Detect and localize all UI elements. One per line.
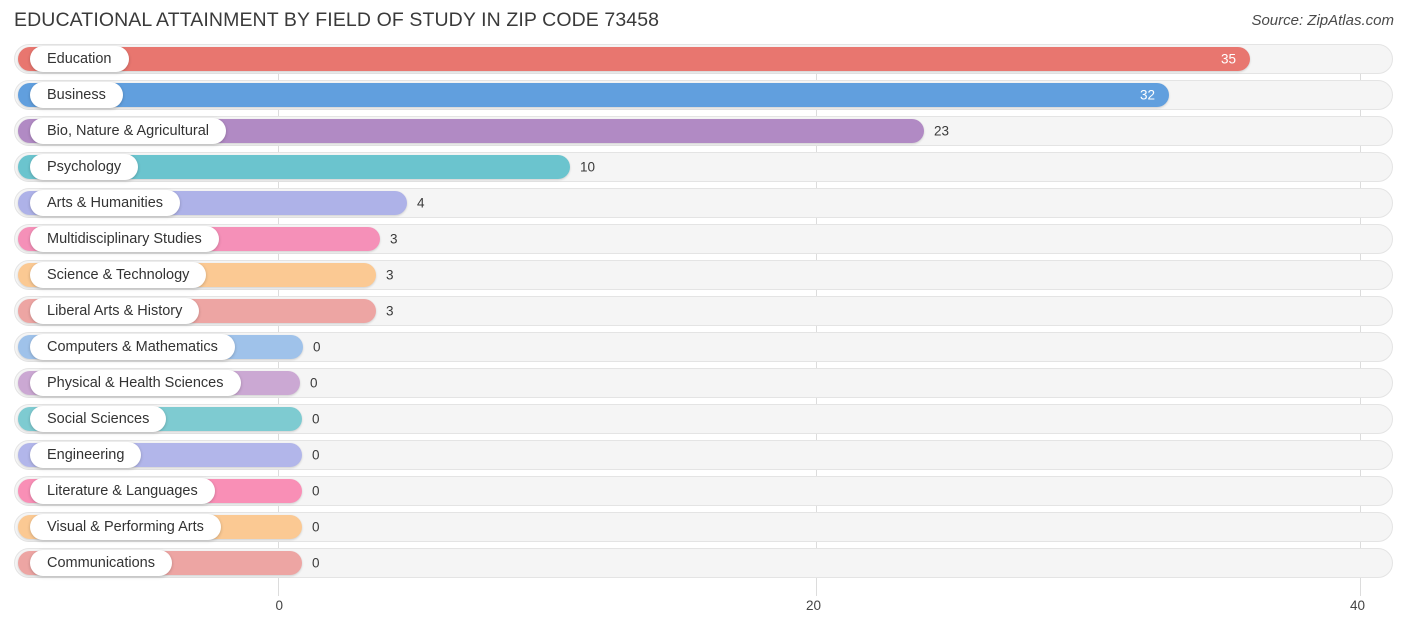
bar-row[interactable]: 4 Arts & Humanities [0,188,1406,218]
x-axis-tick: 0 [275,598,283,613]
category-label[interactable]: Multidisciplinary Studies [30,226,219,252]
category-label[interactable]: Bio, Nature & Agricultural [30,118,226,144]
bar-value-label: 32 [1139,87,1155,103]
bar-value-label: 35 [1220,51,1236,67]
chart-plot-area: 35 Education 32 Business 23 Bio, Nature & Agr… [0,44,1406,631]
category-label[interactable]: Communications [30,550,172,576]
category-label[interactable]: Business [30,82,123,108]
bar-value-label: 10 [580,159,596,175]
bar-row[interactable]: 0 Literature & Languages [0,476,1406,506]
category-label[interactable]: Liberal Arts & History [30,298,200,324]
category-label[interactable]: Psychology [30,154,139,180]
page-title: EDUCATIONAL ATTAINMENT BY FIELD OF STUDY… [14,9,660,31]
bar-row[interactable]: 23 Bio, Nature & Agricultural [0,116,1406,146]
bar[interactable]: 32 [18,83,1169,107]
x-axis: 0 20 40 [0,596,1406,626]
bar-row[interactable]: 3 Multidisciplinary Studies [0,224,1406,254]
source-attribution: Source: ZipAtlas.com [1251,12,1394,29]
bar-value-label: 0 [312,447,320,463]
bar-value-label: 0 [313,339,321,355]
category-label[interactable]: Arts & Humanities [30,190,181,216]
category-label[interactable]: Social Sciences [30,406,167,432]
category-label[interactable]: Engineering [30,442,142,468]
bar-row[interactable]: 0 Social Sciences [0,404,1406,434]
x-axis-tick: 40 [1349,598,1365,613]
bar-value-label: 4 [417,195,425,211]
bar-row[interactable]: 0 Visual & Performing Arts [0,512,1406,542]
category-label[interactable]: Computers & Mathematics [30,334,235,360]
category-label[interactable]: Education [30,46,129,72]
category-label[interactable]: Visual & Performing Arts [30,514,221,540]
bar-row[interactable]: 0 Engineering [0,440,1406,470]
bar-value-label: 0 [312,555,320,571]
bar-row[interactable]: 3 Liberal Arts & History [0,296,1406,326]
bar-rows: 35 Education 32 Business 23 Bio, Nature & Agr… [0,44,1406,584]
bar-row[interactable]: 32 Business [0,80,1406,110]
chart-header: EDUCATIONAL ATTAINMENT BY FIELD OF STUDY… [0,0,1406,44]
bar-value-label: 3 [386,303,394,319]
bar-row[interactable]: 10 Psychology [0,152,1406,182]
category-label[interactable]: Literature & Languages [30,478,215,504]
category-label[interactable]: Physical & Health Sciences [30,370,241,396]
bar-value-label: 0 [312,483,320,499]
bar-row[interactable]: 0 Computers & Mathematics [0,332,1406,362]
category-label[interactable]: Science & Technology [30,262,207,288]
x-axis-tick: 20 [805,598,821,613]
bar-value-label: 0 [312,519,320,535]
bar-value-label: 3 [390,231,398,247]
bar-value-label: 23 [934,123,950,139]
bar[interactable]: 35 [18,47,1250,71]
bar-row[interactable]: 0 Communications [0,548,1406,578]
bar-value-label: 0 [312,411,320,427]
bar-value-label: 3 [386,267,394,283]
bar-row[interactable]: 35 Education [0,44,1406,74]
bar-row[interactable]: 3 Science & Technology [0,260,1406,290]
bar-value-label: 0 [310,375,318,391]
bar-row[interactable]: 0 Physical & Health Sciences [0,368,1406,398]
